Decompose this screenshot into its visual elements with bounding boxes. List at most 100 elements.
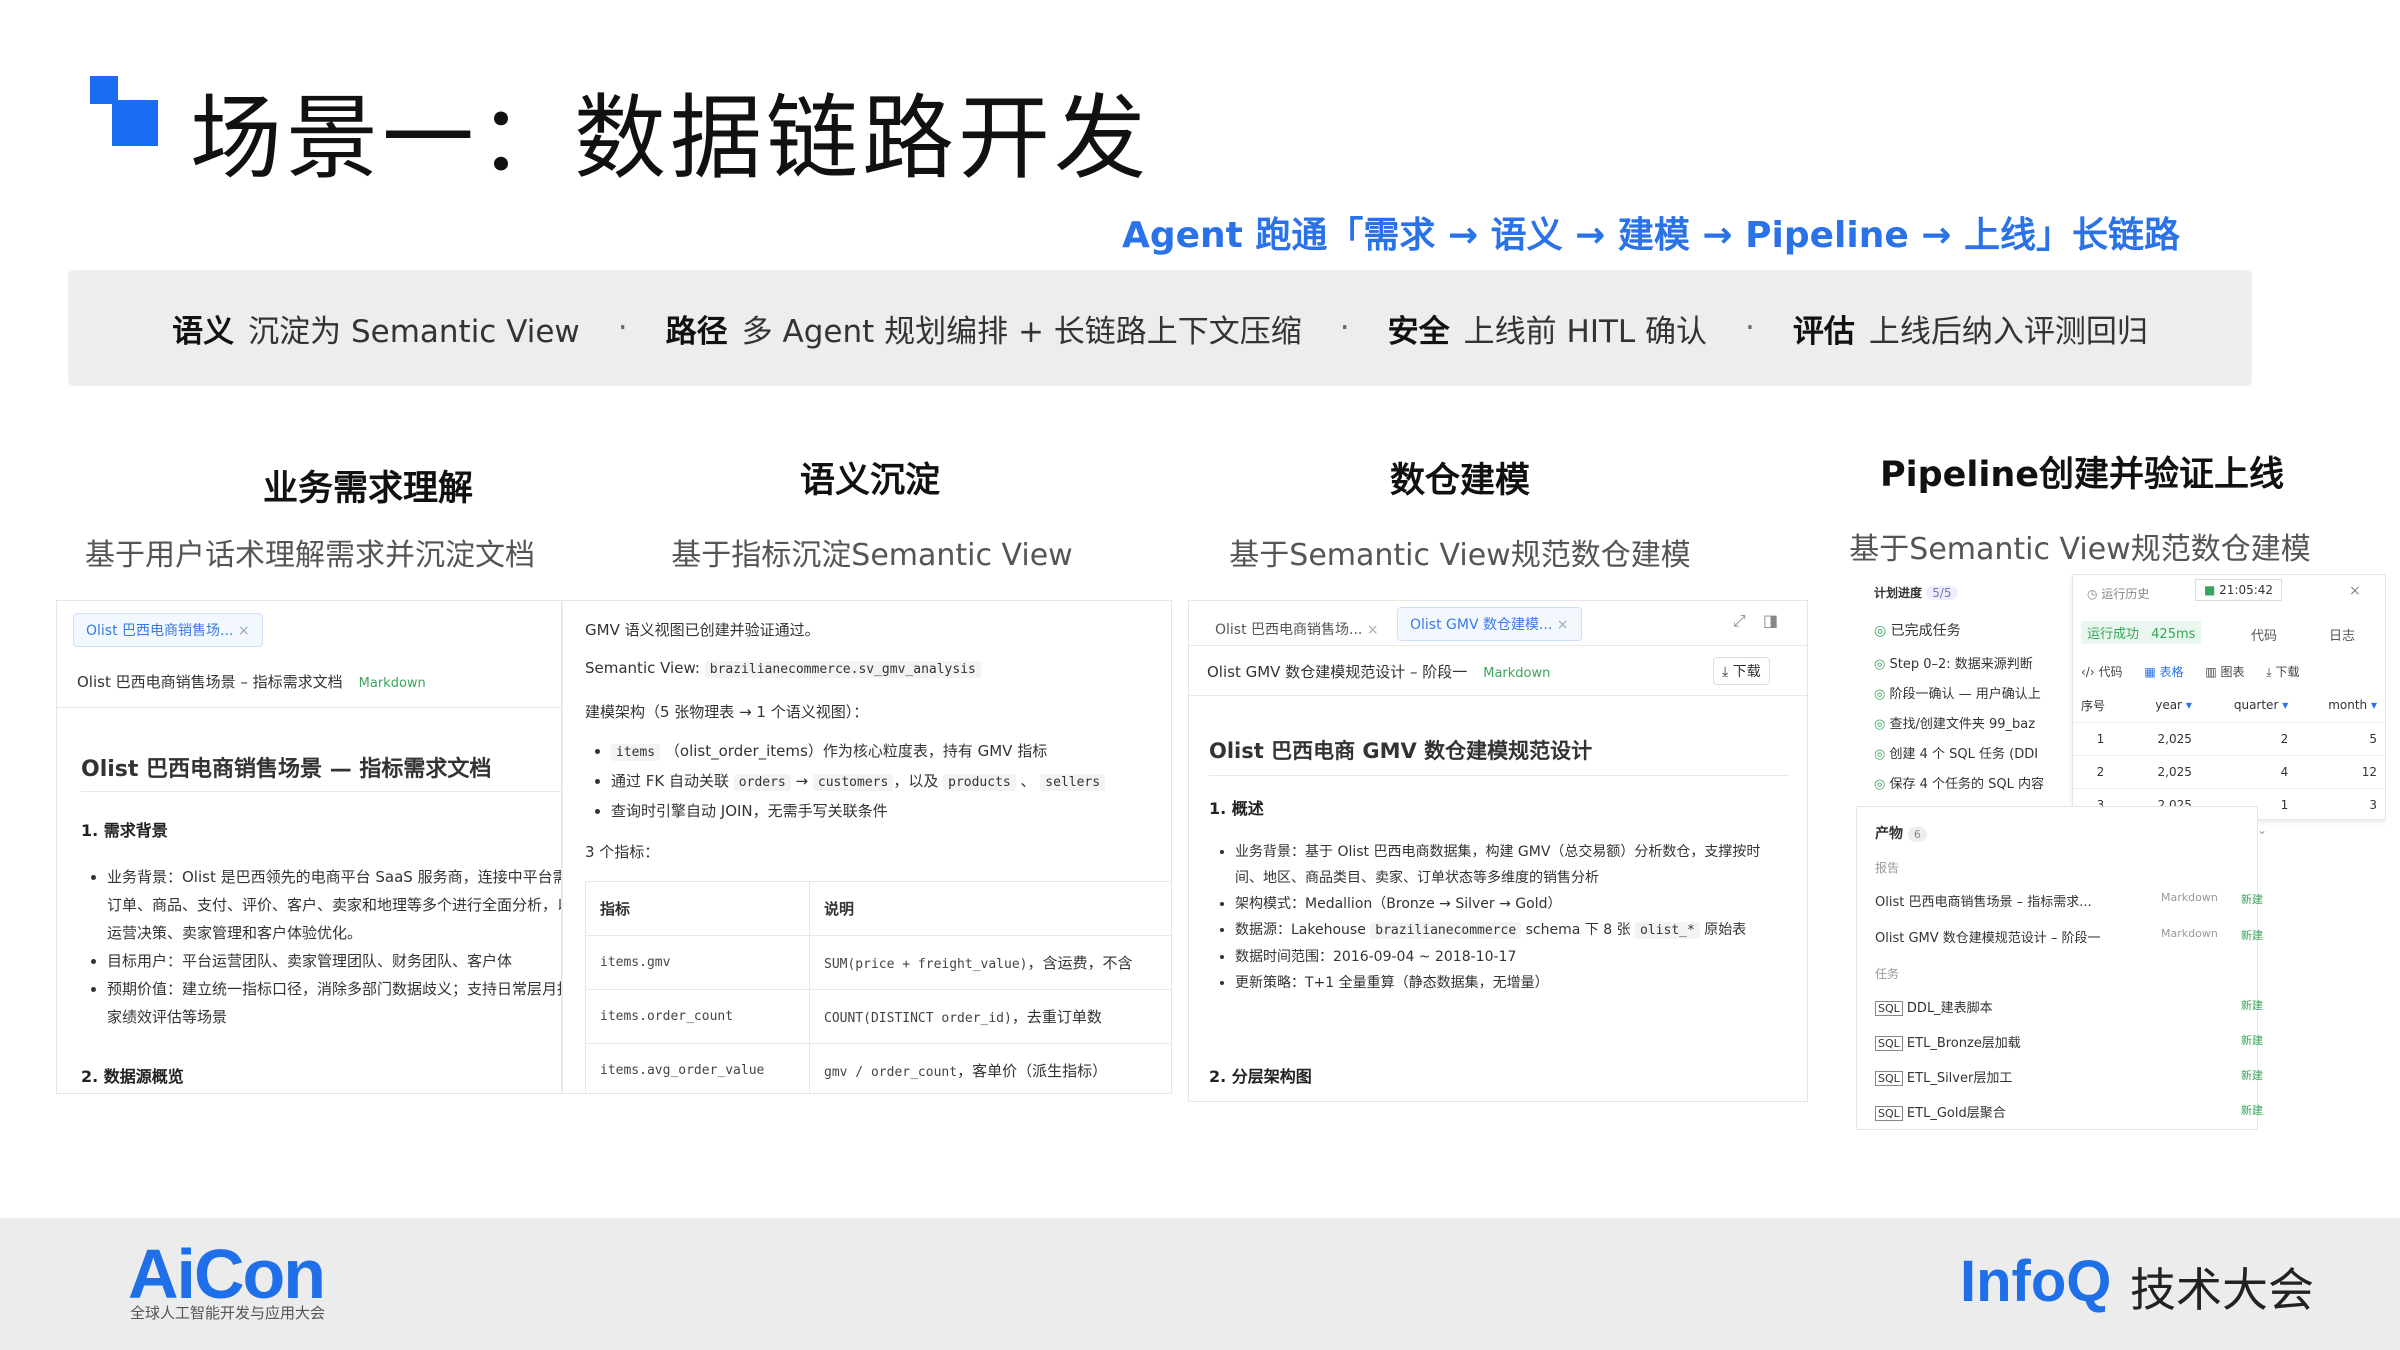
- view-code-button[interactable]: ‹/› 代码: [2081, 665, 2122, 679]
- check-circle-icon: ◎: [1874, 717, 1886, 732]
- tab-label: Olist 巴西电商销售场...: [1215, 622, 1363, 638]
- list-item[interactable]: SQL ETL_Bronze层加载 新建: [1875, 1032, 2263, 1051]
- new-badge: 新建: [2241, 893, 2263, 906]
- progress-count: 5/5: [1926, 586, 1958, 600]
- metrics-table: 指标 说明 items.gmv SUM(price + freight_value)…: [585, 881, 1171, 1093]
- column-header[interactable]: year ▾: [2127, 689, 2200, 723]
- column-heading: 业务需求理解: [262, 469, 474, 509]
- requirement-doc-panel: Olist 巴西电商销售场... × Olist 巴西电商销售场景 – 指标需求…: [56, 600, 562, 1094]
- view-chart-button[interactable]: ▥ 图表: [2205, 665, 2244, 679]
- bullet-list: 业务背景：基于 Olist 巴西电商数据集，构建 GMV（总交易额）分析数仓，支…: [1215, 839, 1781, 996]
- chevron-down-icon[interactable]: ⌄: [2257, 823, 2267, 837]
- column-label: year: [2155, 698, 2182, 713]
- view-label: 图表: [2220, 665, 2245, 679]
- doc-title: Olist GMV 数仓建模规范设计 – 阶段一: [1207, 663, 1468, 681]
- table-cell: 1: [2073, 722, 2128, 756]
- tab-modeling-first[interactable]: Olist 巴西电商销售场... ×: [1215, 613, 1379, 645]
- list-item[interactable]: Olist 巴西电商销售场景 – 指标需求... Markdown 新建: [1875, 891, 2263, 910]
- new-badge: 新建: [2241, 1069, 2263, 1082]
- view-table-button[interactable]: ▦ 表格: [2144, 665, 2183, 679]
- check-circle-icon: ◎: [1874, 747, 1886, 762]
- code-token: products: [943, 774, 1016, 791]
- expand-icon[interactable]: ⤢: [1733, 611, 1746, 631]
- step-item: ◎ Step 0–2: 数据来源判断: [1874, 650, 2074, 680]
- status-message: GMV 语义视图已创建并验证通过。: [585, 621, 820, 639]
- status-square-icon: ■: [2204, 583, 2216, 597]
- banner-key: 安全: [1387, 313, 1450, 350]
- products-label: 产物: [1875, 826, 1903, 842]
- run-status-label: 运行成功: [2087, 627, 2140, 642]
- doc-title: Olist 巴西电商销售场景 – 指标需求文档: [77, 673, 343, 691]
- list-item[interactable]: Olist GMV 数仓建模规范设计 – 阶段一 Markdown 新建: [1875, 927, 2263, 946]
- infoq-logo: InfoQ: [1960, 1249, 2112, 1314]
- sql-file-icon: SQL: [1875, 1001, 1903, 1016]
- run-status: 运行成功 425ms: [2081, 621, 2202, 644]
- sidebar-toggle-icon[interactable]: ◨: [1763, 611, 1778, 630]
- list-item: items （olist_order_items）作为核心粒度表，持有 GMV …: [611, 737, 1171, 767]
- column-header[interactable]: month ▾: [2296, 689, 2385, 723]
- tab-code[interactable]: 代码: [2251, 625, 2277, 644]
- divider: [1189, 645, 1807, 646]
- metric-desc: SUM(price + freight_value)，含运费，不含: [809, 935, 1171, 990]
- metric-formula: COUNT(DISTINCT order_id): [824, 1011, 1012, 1026]
- check-circle-icon: ◎: [1874, 623, 1887, 639]
- close-icon[interactable]: ×: [2349, 583, 2361, 599]
- step-item: ◎ 查找/创建文件夹 99_baz: [1874, 710, 2074, 740]
- column-subheading: 基于指标沉淀Semantic View: [671, 538, 1073, 573]
- metric-name: items.order_count: [585, 989, 810, 1044]
- step-list: ◎ Step 0–2: 数据来源判断 ◎ 阶段一确认 — 用户确认上 ◎ 查找/…: [1874, 650, 2074, 800]
- tab-log[interactable]: 日志: [2329, 625, 2355, 644]
- step-item: ◎ 阶段一确认 — 用户确认上: [1874, 680, 2074, 710]
- list-item[interactable]: SQL DDL_建表脚本 新建: [1875, 997, 2263, 1016]
- list-item: 更新策略：T+1 全量重算（静态数据集，无增量）: [1235, 970, 1781, 996]
- task-name: ETL_Bronze层加载: [1906, 1036, 2021, 1051]
- divider: [1209, 775, 1789, 776]
- divider: [81, 791, 561, 792]
- chevron-down-icon: ▾: [2282, 698, 2289, 713]
- title-logo-square-large: [112, 100, 158, 146]
- list-item: 业务背景：基于 Olist 巴西电商数据集，构建 GMV（总交易额）分析数仓，支…: [1235, 839, 1781, 891]
- close-icon[interactable]: ×: [1367, 622, 1379, 638]
- list-text: （olist_order_items）作为核心粒度表，持有 GMV 指标: [664, 742, 1048, 760]
- close-icon[interactable]: ×: [1557, 617, 1569, 633]
- report-format: Markdown: [2161, 891, 2218, 904]
- metric-note: ，去重订单数: [1011, 1008, 1102, 1026]
- close-icon[interactable]: ×: [238, 623, 250, 639]
- banner-key: 评估: [1792, 313, 1855, 350]
- column-heading: 数仓建模: [1389, 461, 1531, 501]
- list-text: schema 下 8 张: [1525, 922, 1631, 938]
- list-item: 数据源：Lakehouse brazilianecommerce schema …: [1235, 917, 1781, 944]
- section-heading: 1. 概述: [1209, 799, 1264, 818]
- metric-desc: gmv / order_count，客单价（派生指标）: [809, 1043, 1171, 1093]
- section-heading: 1. 需求背景: [81, 821, 168, 840]
- sql-file-icon: SQL: [1875, 1036, 1903, 1051]
- step-label: Step 0–2: 数据来源判断: [1889, 657, 2033, 672]
- banner-text: 上线后纳入评测回归: [1868, 313, 2148, 350]
- download-button[interactable]: ⤓ 下载: [1713, 657, 1770, 685]
- list-item[interactable]: SQL ETL_Silver层加工 新建: [1875, 1067, 2263, 1086]
- step-item: ◎ 创建 4 个 SQL 任务 (DDI: [1874, 740, 2074, 770]
- list-item: 查询时引擎自动 JOIN，无需手写关联条件: [611, 797, 1171, 825]
- tab-modeling-doc[interactable]: Olist GMV 数仓建模... ×: [1397, 607, 1582, 641]
- view-download-button[interactable]: ⤓ 下载: [2266, 665, 2299, 679]
- products-count: 6: [1907, 827, 1927, 842]
- code-icon: ‹/›: [2081, 665, 2095, 679]
- history-link[interactable]: ◷ 运行历史: [2087, 585, 2149, 602]
- table-header: 序号 year ▾ quarter ▾ month ▾: [2073, 689, 2385, 723]
- tab-requirement-doc[interactable]: Olist 巴西电商销售场... ×: [73, 613, 263, 647]
- completed-tasks: ◎ 已完成任务: [1874, 620, 1961, 640]
- new-badge: 新建: [2241, 999, 2263, 1012]
- list-item: 目标用户：平台运营团队、卖家管理团队、财务团队、客户体: [107, 947, 561, 975]
- column-heading: Pipeline创建并验证上线: [1879, 455, 2285, 495]
- list-item[interactable]: SQL ETL_Gold层聚合 新建: [1875, 1102, 2263, 1121]
- table-row: 2 2,025 4 12: [2073, 755, 2385, 789]
- banner-text: 沉淀为 Semantic View: [248, 313, 580, 350]
- list-text: 数据源：Lakehouse: [1235, 922, 1366, 938]
- chevron-down-icon: ▾: [2370, 698, 2377, 713]
- step-label: 阶段一确认 — 用户确认上: [1889, 687, 2041, 702]
- result-table: 序号 year ▾ quarter ▾ month ▾ 1 2,025 2 5 2 2,025…: [2073, 689, 2385, 822]
- list-item: 预期价值：建立统一指标口径，消除多部门数据歧义；支持日常层月报、卖家绩效评估等场…: [107, 975, 561, 1031]
- column-header[interactable]: quarter ▾: [2199, 689, 2297, 723]
- table-cell: 2: [2199, 722, 2297, 756]
- bullet-list: items （olist_order_items）作为核心粒度表，持有 GMV …: [591, 737, 1171, 825]
